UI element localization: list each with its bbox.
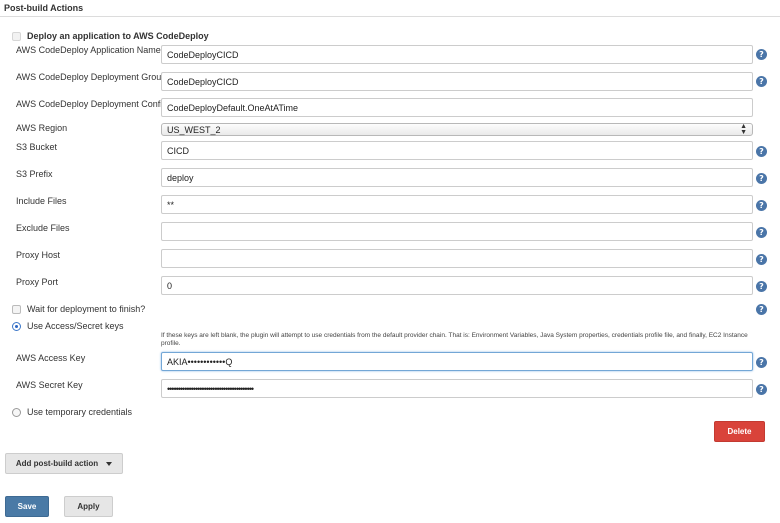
deployment-config-input[interactable]: CodeDeployDefault.OneAtATime [161, 98, 753, 117]
exclude-files-label: Exclude Files [16, 223, 70, 233]
help-icon[interactable]: ? [756, 49, 767, 60]
row-include-files: Include Files ** ? [0, 194, 780, 216]
row-proxy-host: Proxy Host ? [0, 248, 780, 270]
help-icon[interactable]: ? [756, 384, 767, 395]
access-key-label: AWS Access Key [16, 353, 86, 363]
section-title: Post-build Actions [4, 3, 84, 13]
s3-prefix-input[interactable]: deploy [161, 168, 753, 187]
include-files-input[interactable]: ** [161, 195, 753, 214]
apply-button[interactable]: Apply [64, 496, 113, 517]
s3-bucket-input[interactable]: CICD [161, 141, 753, 160]
aws-region-label: AWS Region [16, 123, 68, 133]
help-icon[interactable]: ? [756, 281, 767, 292]
s3-prefix-label: S3 Prefix [16, 169, 53, 179]
wait-for-deployment-option[interactable]: Wait for deployment to finish? [12, 304, 145, 314]
aws-region-selected: US_WEST_2 [167, 124, 221, 135]
wait-for-deployment-checkbox[interactable] [12, 304, 21, 314]
deployment-group-input[interactable]: CodeDeployCICD [161, 72, 753, 91]
use-temporary-credentials-option[interactable]: Use temporary credentials [12, 407, 132, 417]
deployment-config-label: AWS CodeDeploy Deployment Config [16, 99, 168, 109]
deploy-codedeploy-label: Deploy an application to AWS CodeDeploy [27, 31, 209, 41]
row-s3-prefix: S3 Prefix deploy ? [0, 167, 780, 189]
add-post-build-action-button[interactable]: Add post-build action [5, 453, 123, 474]
proxy-port-label: Proxy Port [16, 277, 59, 287]
proxy-port-input[interactable]: 0 [161, 276, 753, 295]
aws-region-select[interactable]: US_WEST_2 ▲ ▼ [161, 123, 753, 136]
access-key-input[interactable]: AKIA••••••••••••Q [161, 352, 753, 371]
row-secret-key: AWS Secret Key •••••••••••••••••••••••••… [0, 378, 780, 400]
deployment-group-label: AWS CodeDeploy Deployment Group [16, 72, 167, 82]
secret-key-label: AWS Secret Key [16, 380, 83, 390]
help-icon[interactable]: ? [756, 200, 767, 211]
row-s3-bucket: S3 Bucket CICD ? [0, 140, 780, 162]
select-arrows-icon: ▲ ▼ [740, 122, 747, 136]
help-icon[interactable]: ? [756, 357, 767, 368]
application-name-input[interactable]: CodeDeployCICD [161, 45, 753, 64]
include-files-label: Include Files [16, 196, 67, 206]
row-application-name: AWS CodeDeploy Application Name CodeDepl… [0, 44, 780, 66]
credentials-hint: If these keys are left blank, the plugin… [161, 332, 748, 347]
delete-button[interactable]: Delete [714, 421, 765, 442]
proxy-host-label: Proxy Host [16, 250, 61, 260]
row-deployment-config: AWS CodeDeploy Deployment Config CodeDep… [0, 97, 780, 119]
help-icon[interactable]: ? [756, 227, 767, 238]
help-icon[interactable]: ? [756, 173, 767, 184]
row-access-key: AWS Access Key AKIA••••••••••••Q ? [0, 351, 780, 373]
use-access-secret-option[interactable]: Use Access/Secret keys [12, 321, 124, 331]
save-button[interactable]: Save [5, 496, 49, 517]
s3-bucket-label: S3 Bucket [16, 142, 58, 152]
help-icon[interactable]: ? [756, 76, 767, 87]
deploy-codedeploy-option[interactable]: Deploy an application to AWS CodeDeploy [12, 31, 209, 41]
use-temporary-credentials-label: Use temporary credentials [27, 407, 133, 417]
wait-for-deployment-label: Wait for deployment to finish? [27, 304, 146, 314]
row-deployment-group: AWS CodeDeploy Deployment Group CodeDepl… [0, 70, 780, 92]
proxy-host-input[interactable] [161, 249, 753, 268]
help-icon[interactable]: ? [756, 146, 767, 157]
row-exclude-files: Exclude Files ? [0, 221, 780, 243]
secret-key-input[interactable]: •••••••••••••••••••••••••••••••••••••••• [161, 379, 753, 398]
use-access-secret-label: Use Access/Secret keys [27, 321, 124, 331]
use-access-secret-radio[interactable] [12, 321, 21, 331]
deploy-codedeploy-checkbox[interactable] [12, 31, 21, 41]
section-divider [0, 16, 780, 17]
use-temporary-credentials-radio[interactable] [12, 407, 21, 417]
help-icon[interactable]: ? [756, 254, 767, 265]
add-post-build-action-label: Add post-build action [15, 459, 99, 468]
help-icon[interactable]: ? [756, 304, 767, 315]
caret-down-icon [106, 461, 113, 466]
row-proxy-port: Proxy Port 0 ? [0, 275, 780, 297]
application-name-label: AWS CodeDeploy Application Name [16, 45, 161, 55]
exclude-files-input[interactable] [161, 222, 753, 241]
